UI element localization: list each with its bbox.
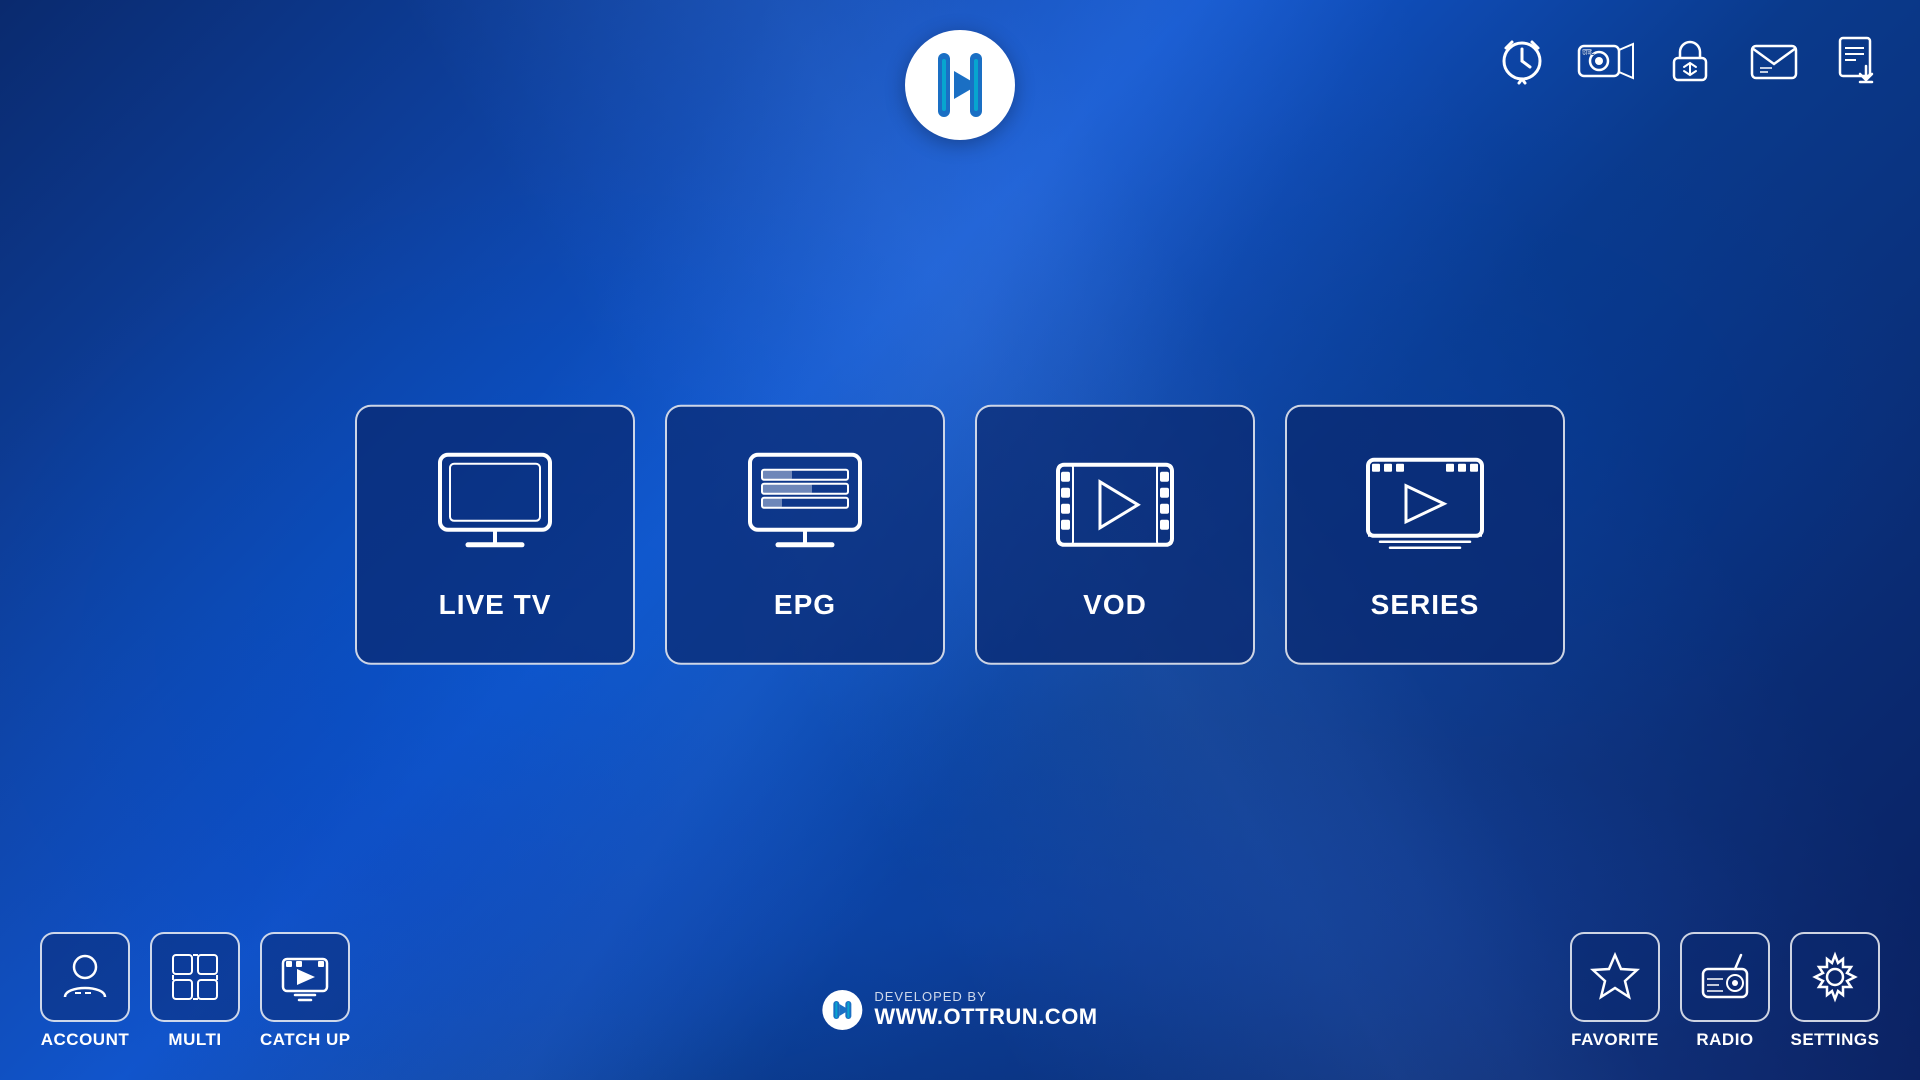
- bottom-bar: ACCOUNT: [0, 932, 1920, 1050]
- top-right-toolbar: REC: [1490, 28, 1890, 92]
- series-label: SERIES: [1371, 588, 1480, 620]
- settings-label: SETTINGS: [1790, 1030, 1879, 1050]
- update-button[interactable]: [1826, 28, 1890, 92]
- alarm-button[interactable]: [1490, 28, 1554, 92]
- vpn-button[interactable]: [1658, 28, 1722, 92]
- catch-up-label: CATCH UP: [260, 1030, 351, 1050]
- multi-button[interactable]: MULTI: [150, 932, 240, 1050]
- main-menu: LIVE TV: [355, 405, 1565, 665]
- favorite-label: FAVORITE: [1571, 1030, 1659, 1050]
- catch-up-button[interactable]: CATCH UP: [260, 932, 351, 1050]
- vod-label: VOD: [1083, 588, 1147, 620]
- epg-button[interactable]: EPG: [665, 405, 945, 665]
- live-tv-button[interactable]: LIVE TV: [355, 405, 635, 665]
- msg-button[interactable]: [1742, 28, 1806, 92]
- favorite-button[interactable]: FAVORITE: [1570, 932, 1660, 1050]
- bottom-left-icons: ACCOUNT: [40, 932, 351, 1050]
- svg-text:REC: REC: [1582, 51, 1595, 57]
- bottom-right-icons: FAVORITE: [1570, 932, 1880, 1050]
- settings-button[interactable]: SETTINGS: [1790, 932, 1880, 1050]
- rec-button[interactable]: REC: [1574, 28, 1638, 92]
- multi-label: MULTI: [168, 1030, 221, 1050]
- radio-label: RADIO: [1696, 1030, 1753, 1050]
- account-button[interactable]: ACCOUNT: [40, 932, 130, 1050]
- vod-button[interactable]: VOD: [975, 405, 1255, 665]
- account-label: ACCOUNT: [41, 1030, 130, 1050]
- series-button[interactable]: SERIES: [1285, 405, 1565, 665]
- live-tv-label: LIVE TV: [439, 588, 552, 620]
- app-logo: [905, 30, 1015, 140]
- epg-label: EPG: [774, 588, 836, 620]
- radio-button[interactable]: RADIO: [1680, 932, 1770, 1050]
